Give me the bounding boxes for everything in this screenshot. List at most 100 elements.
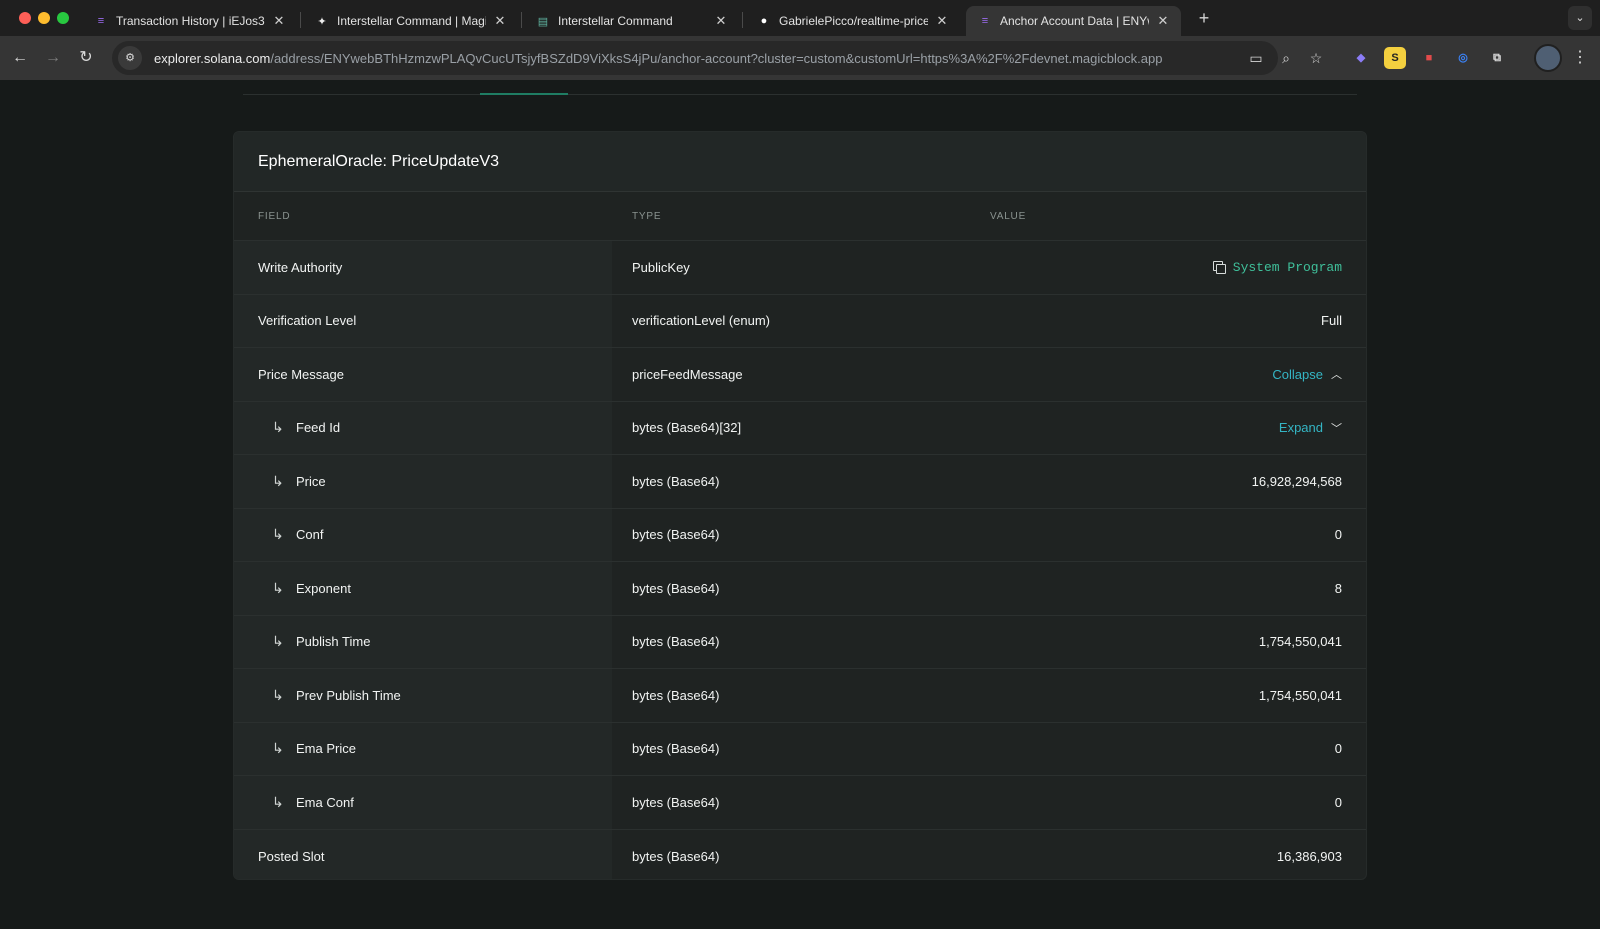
chevron-up-icon[interactable]: ︿ (1331, 366, 1342, 382)
child-arrow-icon: ↳ (272, 793, 284, 810)
section-tabs-divider (243, 94, 1357, 95)
table-row: ↳ Price bytes (Base64) 16,928,294,568 (234, 455, 1366, 509)
field-name: Verification Level (258, 313, 357, 329)
value-cell: 8 (990, 581, 1366, 596)
value-cell: Collapse ︿ (990, 366, 1366, 382)
browser-tab-strip: ≡ Transaction History | iEJos3M ✕ ✦ Inte… (0, 0, 1600, 36)
tab-search-button[interactable]: ⌄ (1568, 6, 1592, 30)
new-tab-button[interactable]: + (1191, 6, 1217, 32)
field-name: Conf (296, 527, 324, 543)
table-row: Price Message priceFeedMessage Collapse ︿ (234, 348, 1366, 402)
site-settings-icon[interactable]: ⚙ (118, 46, 142, 70)
field-cell: ↳ Ema Conf (234, 776, 612, 829)
extensions-puzzle-icon[interactable]: ⧉ (1486, 47, 1508, 69)
tab-title: GabrielePicco/realtime-price- (779, 14, 928, 28)
close-icon[interactable]: ✕ (934, 13, 950, 29)
type-cell: bytes (Base64) (632, 580, 720, 596)
type-cell: priceFeedMessage (632, 366, 743, 382)
type-cell: bytes (Base64) (632, 741, 720, 757)
reload-icon[interactable]: ↻ (74, 46, 98, 70)
child-arrow-icon: ↳ (272, 419, 284, 436)
browser-tab[interactable]: ✦ Interstellar Command | Magic ✕ (303, 6, 518, 36)
extension-icon[interactable]: S (1384, 47, 1406, 69)
address-bar[interactable]: ⚙ explorer.solana.com/address/ENYwebBThH… (112, 41, 1278, 75)
table-row: ↳ Publish Time bytes (Base64) 1,754,550,041 (234, 615, 1366, 669)
field-name: Write Authority (258, 259, 343, 275)
field-cell: Price Message (234, 348, 612, 401)
window-minimize-button[interactable] (38, 12, 50, 24)
table-row: ↳ Ema Conf bytes (Base64) 0 (234, 776, 1366, 830)
type-cell: bytes (Base64) (632, 527, 720, 543)
child-arrow-icon: ↳ (272, 579, 284, 596)
field-name: Posted Slot (258, 848, 325, 864)
window-close-button[interactable] (19, 12, 31, 24)
value-text: 0 (1334, 741, 1342, 757)
field-cell: ↳ Prev Publish Time (234, 669, 612, 722)
card-title: EphemeralOracle: PriceUpdateV3 (234, 132, 1366, 192)
table-row: Verification Level verificationLevel (enu… (234, 294, 1366, 348)
field-cell: ↳ Ema Price (234, 722, 612, 775)
value-text: 16,386,903 (1276, 848, 1342, 864)
collapse-label[interactable]: Collapse (1272, 367, 1323, 382)
field-name: Ema Price (296, 741, 356, 757)
field-cell: Posted Slot (234, 829, 612, 879)
cast-icon[interactable]: ▭ (1244, 46, 1268, 70)
table-row: ↳ Ema Price bytes (Base64) 0 (234, 722, 1366, 776)
value-cell: 1,754,550,041 (990, 688, 1366, 703)
more-menu-icon[interactable]: ⋮ (1570, 46, 1590, 70)
type-cell: verificationLevel (enum) (632, 313, 771, 329)
field-cell: ↳ Publish Time (234, 615, 612, 668)
value-cell: Full (990, 313, 1366, 328)
tab-title: Interstellar Command (558, 14, 673, 28)
table-body: Write Authority PublicKey System Program Ve… (234, 241, 1366, 879)
close-icon[interactable]: ✕ (492, 13, 508, 29)
child-arrow-icon: ↳ (272, 633, 284, 650)
url-host: explorer.solana.com (154, 50, 271, 66)
close-icon[interactable]: ✕ (271, 13, 287, 29)
table-row: ↳ Exponent bytes (Base64) 8 (234, 562, 1366, 616)
browser-tab[interactable]: ≡ Transaction History | iEJos3M ✕ (82, 6, 297, 36)
value-cell: 0 (990, 527, 1366, 542)
value-text: 8 (1334, 580, 1342, 596)
zoom-icon[interactable]: ⌕ (1274, 46, 1298, 70)
browser-tab[interactable]: ● GabrielePicco/realtime-price- ✕ (745, 6, 960, 36)
child-arrow-icon: ↳ (272, 526, 284, 543)
value-text: 16,928,294,568 (1251, 473, 1342, 489)
type-cell: bytes (Base64) (632, 848, 720, 864)
browser-tab[interactable]: ▤ Interstellar Command ✕ (524, 6, 739, 36)
close-icon[interactable]: ✕ (713, 13, 729, 29)
extension-lock-icon[interactable]: ■ (1418, 47, 1440, 69)
expand-button[interactable]: Expand ﹀ (1279, 420, 1342, 436)
expand-label[interactable]: Expand (1279, 420, 1323, 435)
column-header-type: TYPE (632, 210, 662, 222)
value-cell: 1,754,550,041 (990, 634, 1366, 649)
back-arrow-icon[interactable]: ← (8, 46, 32, 70)
child-arrow-icon: ↳ (272, 740, 284, 757)
close-icon[interactable]: ✕ (1155, 13, 1171, 29)
extension-icon[interactable]: ◆ (1350, 47, 1372, 69)
avatar[interactable] (1534, 44, 1562, 72)
value-cell: 0 (990, 795, 1366, 810)
url-text[interactable]: explorer.solana.com/address/ENYwebBThHzm… (154, 51, 1214, 66)
address-label[interactable]: System Program (1233, 260, 1342, 275)
address-link[interactable]: System Program (1212, 260, 1342, 275)
field-cell: ↳ Conf (234, 508, 612, 561)
browser-tab-active[interactable]: ≡ Anchor Account Data | ENYw ✕ (966, 6, 1181, 36)
forward-arrow-icon[interactable]: → (41, 46, 65, 70)
value-cell: 16,386,903 (990, 849, 1366, 864)
solana-icon: ≡ (97, 15, 105, 27)
window-zoom-button[interactable] (57, 12, 69, 24)
bookmark-star-icon[interactable]: ☆ (1304, 46, 1328, 70)
type-cell: bytes (Base64)[32] (632, 420, 742, 436)
table-row: ↳ Feed Id bytes (Base64)[32] Expand ﹀ (234, 401, 1366, 455)
field-name: Ema Conf (296, 794, 354, 810)
field-name: Exponent (296, 580, 351, 596)
chevron-down-icon[interactable]: ﹀ (1331, 420, 1342, 436)
copy-icon[interactable] (1212, 261, 1226, 275)
extension-icon[interactable]: ◎ (1452, 47, 1474, 69)
solana-icon: ≡ (981, 15, 989, 27)
value-cell: 0 (990, 741, 1366, 756)
collapse-button[interactable]: Collapse ︿ (1272, 366, 1342, 382)
field-name: Prev Publish Time (296, 687, 401, 703)
table-row: Write Authority PublicKey System Program (234, 241, 1366, 295)
